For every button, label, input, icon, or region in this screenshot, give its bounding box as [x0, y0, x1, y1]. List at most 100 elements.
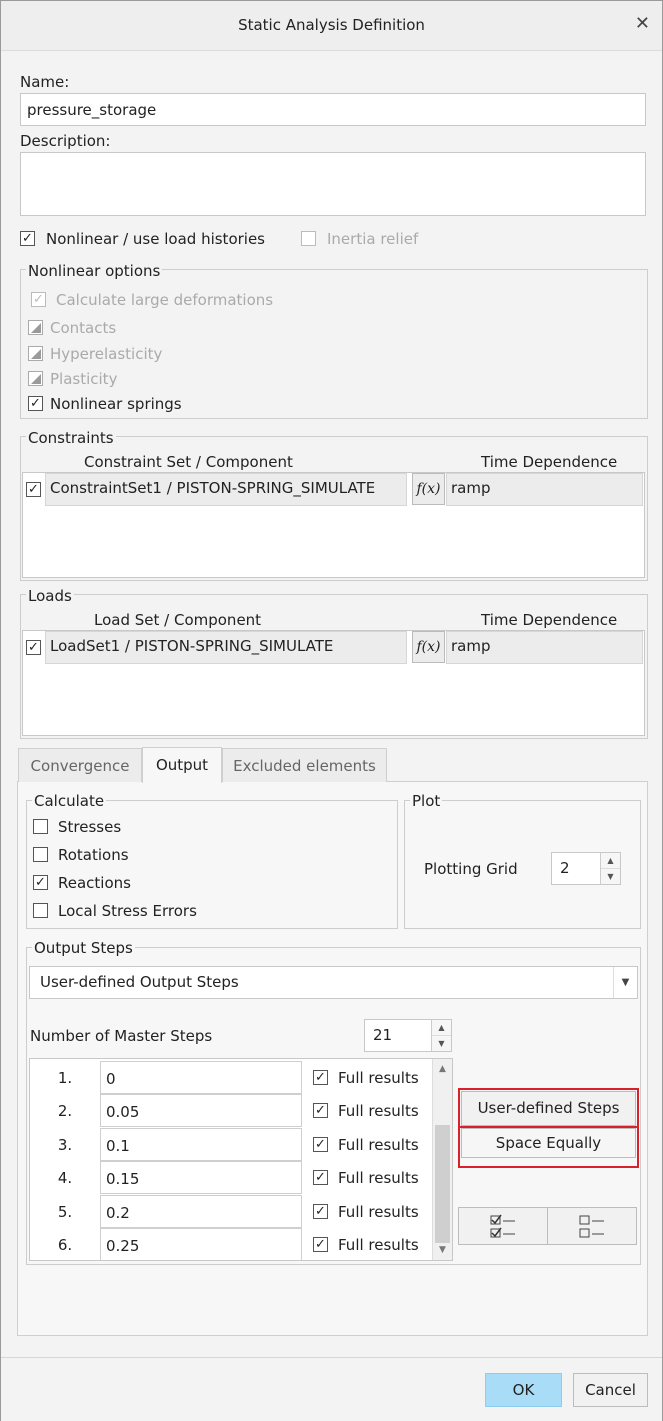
- local-stress-errors-checkbox[interactable]: [33, 903, 48, 918]
- step-value-input[interactable]: 0: [100, 1061, 302, 1094]
- static-analysis-dialog: Static Analysis Definition ✕ Name: Descr…: [0, 0, 663, 1421]
- rotations-label: Rotations: [58, 846, 129, 864]
- load-row-checkbox[interactable]: ✓: [26, 640, 41, 655]
- step-value-input[interactable]: 0.05: [100, 1094, 302, 1127]
- tab-excluded-elements[interactable]: Excluded elements: [222, 748, 387, 782]
- calculate-title: Calculate: [32, 792, 107, 810]
- hyperelasticity-label: Hyperelasticity: [50, 345, 163, 363]
- dialog-title: Static Analysis Definition: [238, 16, 425, 34]
- full-results-label: Full results: [338, 1102, 419, 1120]
- plotting-grid-label: Plotting Grid: [424, 860, 518, 878]
- master-steps-label: Number of Master Steps: [30, 1027, 213, 1045]
- contacts-label: Contacts: [50, 319, 117, 337]
- ok-button[interactable]: OK: [485, 1373, 562, 1407]
- description-textarea[interactable]: [20, 152, 646, 216]
- hyperelasticity-checkbox[interactable]: [28, 346, 43, 361]
- full-results-label: Full results: [338, 1169, 419, 1187]
- constraint-row-checkbox[interactable]: ✓: [26, 482, 41, 497]
- step-value-input[interactable]: 0.2: [100, 1195, 302, 1228]
- constraint-fx-button[interactable]: f(x): [412, 473, 445, 505]
- full-results-label: Full results: [338, 1236, 419, 1254]
- loads-title: Loads: [26, 587, 74, 605]
- constraints-col-set: Constraint Set / Component: [84, 453, 293, 471]
- full-results-checkbox[interactable]: ✓: [313, 1137, 328, 1152]
- close-icon[interactable]: ✕: [635, 13, 650, 34]
- table-row: 5. 0.2 ✓ Full results: [30, 1195, 434, 1228]
- table-row: 2. 0.05 ✓ Full results: [30, 1094, 434, 1127]
- nonlinear-label: Nonlinear / use load histories: [46, 230, 265, 248]
- dialog-footer: [1, 1357, 662, 1421]
- nonlinear-options-title: Nonlinear options: [26, 262, 163, 280]
- load-time-cell[interactable]: ramp: [446, 631, 643, 664]
- nonlinear-checkbox[interactable]: ✓: [20, 231, 35, 246]
- step-number: 5.: [57, 1203, 73, 1221]
- uncheck-all-button[interactable]: [547, 1207, 637, 1245]
- inertia-relief-label: Inertia relief: [327, 230, 419, 248]
- output-steps-mode-value: User-defined Output Steps: [40, 973, 239, 991]
- master-steps-spinner[interactable]: 21 ▲ ▼: [364, 1019, 452, 1052]
- constraint-time-cell[interactable]: ramp: [446, 473, 643, 506]
- step-number: 1.: [57, 1069, 73, 1087]
- load-set-cell[interactable]: LoadSet1 / PISTON-SPRING_SIMULATE: [45, 631, 407, 664]
- loads-col-set: Load Set / Component: [94, 611, 262, 629]
- steps-scrollbar[interactable]: ▲ ▼: [432, 1059, 452, 1260]
- step-value-input[interactable]: 0.15: [100, 1161, 302, 1194]
- full-results-checkbox[interactable]: ✓: [313, 1204, 328, 1219]
- inertia-relief-checkbox[interactable]: [301, 231, 316, 246]
- scroll-thumb[interactable]: [435, 1125, 450, 1243]
- full-results-checkbox[interactable]: ✓: [313, 1170, 328, 1185]
- full-results-checkbox[interactable]: ✓: [313, 1103, 328, 1118]
- name-input[interactable]: [20, 93, 646, 126]
- large-deformations-label: Calculate large deformations: [56, 291, 274, 309]
- highlight-box: [458, 1088, 639, 1128]
- table-row: 4. 0.15 ✓ Full results: [30, 1161, 434, 1194]
- step-number: 6.: [57, 1236, 73, 1254]
- contacts-checkbox[interactable]: [28, 320, 43, 335]
- table-row: 6. 0.25 ✓ Full results: [30, 1228, 434, 1260]
- full-results-checkbox[interactable]: ✓: [313, 1070, 328, 1085]
- full-results-label: Full results: [338, 1136, 419, 1154]
- check-all-button[interactable]: [458, 1207, 548, 1245]
- plotting-grid-spinner[interactable]: 2 ▲ ▼: [551, 852, 621, 885]
- spinner-arrows-icon[interactable]: ▲ ▼: [600, 853, 620, 884]
- step-number: 4.: [57, 1169, 73, 1187]
- large-deformations-checkbox[interactable]: ✓: [31, 292, 46, 307]
- spinner-arrows-icon[interactable]: ▲ ▼: [431, 1020, 451, 1051]
- title-bar: Static Analysis Definition ✕: [1, 1, 662, 51]
- full-results-checkbox[interactable]: ✓: [313, 1237, 328, 1252]
- loads-col-time: Time Dependence: [481, 611, 618, 629]
- plot-title: Plot: [410, 792, 443, 810]
- constraint-set-cell[interactable]: ConstraintSet1 / PISTON-SPRING_SIMULATE: [45, 473, 407, 506]
- plasticity-checkbox[interactable]: [28, 371, 43, 386]
- constraints-col-time: Time Dependence: [481, 453, 618, 471]
- stresses-checkbox[interactable]: [33, 819, 48, 834]
- cancel-button[interactable]: Cancel: [573, 1373, 648, 1407]
- nonlinear-springs-checkbox[interactable]: ✓: [28, 396, 43, 411]
- output-steps-mode-select[interactable]: User-defined Output Steps ▼: [29, 966, 638, 999]
- check-all-icon: [490, 1214, 515, 1238]
- nonlinear-springs-label: Nonlinear springs: [50, 395, 182, 413]
- tab-convergence[interactable]: Convergence: [18, 748, 142, 782]
- reactions-label: Reactions: [58, 874, 131, 892]
- step-number: 3.: [57, 1136, 73, 1154]
- constraints-title: Constraints: [26, 429, 116, 447]
- table-row: 1. 0 ✓ Full results: [30, 1061, 434, 1094]
- load-fx-button[interactable]: f(x): [412, 631, 445, 663]
- scroll-up-icon[interactable]: ▲: [433, 1059, 452, 1079]
- scroll-down-icon[interactable]: ▼: [433, 1240, 452, 1260]
- plasticity-label: Plasticity: [50, 370, 118, 388]
- output-steps-title: Output Steps: [32, 939, 135, 957]
- output-steps-table: 1. 0 ✓ Full results 2. 0.05 ✓ Full resul…: [29, 1058, 453, 1261]
- local-stress-errors-label: Local Stress Errors: [58, 902, 197, 920]
- uncheck-all-icon: [579, 1215, 604, 1238]
- tab-output[interactable]: Output: [142, 747, 222, 783]
- reactions-checkbox[interactable]: ✓: [33, 875, 48, 890]
- master-steps-value: 21: [373, 1026, 393, 1044]
- table-row: 3. 0.1 ✓ Full results: [30, 1128, 434, 1161]
- stresses-label: Stresses: [58, 818, 122, 836]
- name-label: Name:: [20, 73, 70, 91]
- step-value-input[interactable]: 0.1: [100, 1128, 302, 1161]
- chevron-down-icon: ▼: [613, 967, 637, 998]
- step-value-input[interactable]: 0.25: [100, 1228, 302, 1260]
- rotations-checkbox[interactable]: [33, 847, 48, 862]
